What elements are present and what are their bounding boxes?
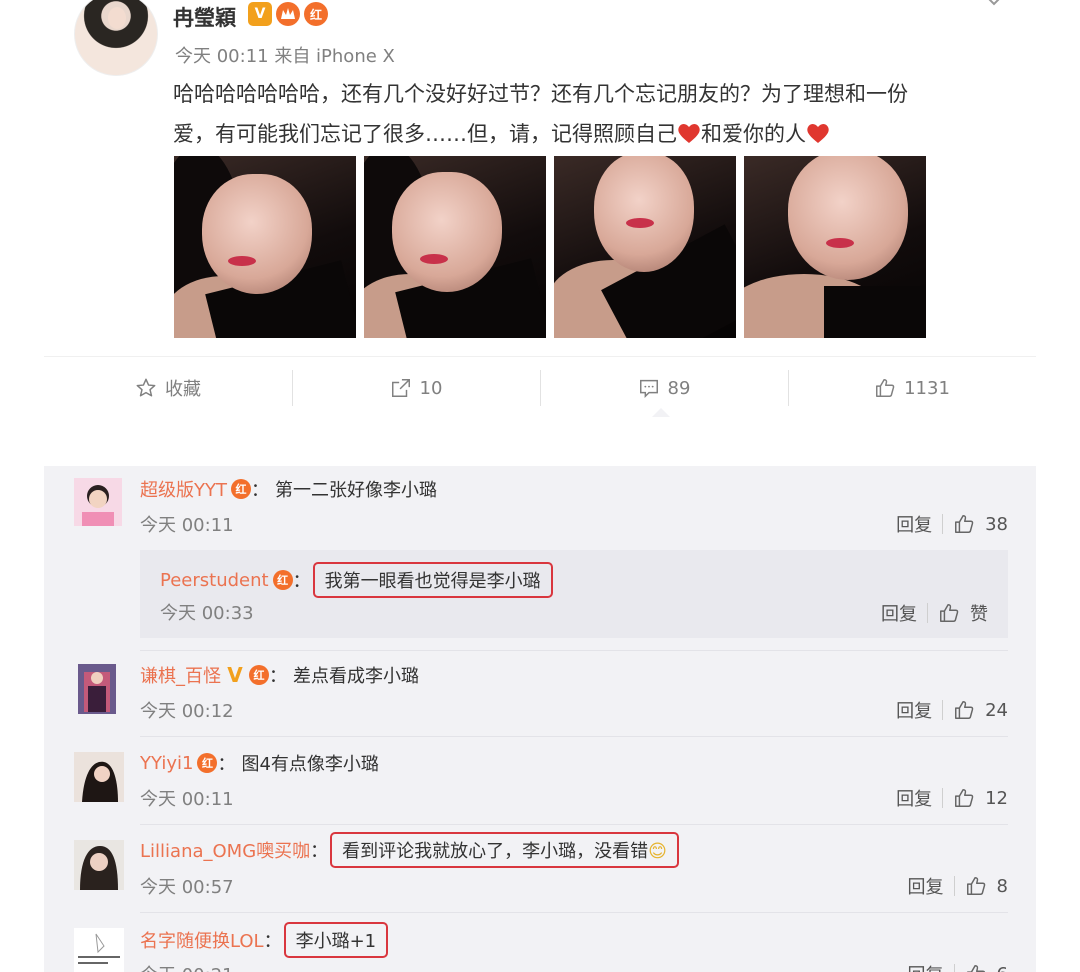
comment-text: 第一二张好像李小璐 (275, 480, 437, 501)
thumbs-up-icon[interactable] (953, 699, 975, 721)
comment-username[interactable]: 名字随便换LOL (140, 927, 264, 953)
comment-header: YYiyi1 红 ： 图4有点像李小璐 (140, 750, 379, 776)
comment-like-count: 38 (985, 513, 1008, 535)
repost-count: 10 (419, 377, 443, 399)
comment-like-count: 6 (997, 964, 1008, 972)
heart-icon (678, 124, 700, 143)
comment-caret (652, 408, 670, 417)
favorite-label: 收藏 (165, 379, 201, 400)
reply-button[interactable]: 回复 (908, 961, 944, 972)
hong-badge-icon: 红 (197, 753, 218, 773)
comment-time: 今天 00:33 (160, 603, 254, 624)
author-avatar[interactable] (74, 0, 158, 76)
comment-username[interactable]: 谦棋_百怪 (140, 662, 221, 688)
post-text-line-2: 爱，有可能我们忘记了很多……但，请，记得照顾自己 和爱你的人 (173, 114, 1003, 154)
heart-icon (807, 124, 829, 143)
reply-button[interactable]: 回复 (896, 697, 932, 723)
reply-button[interactable]: 回复 (881, 600, 917, 626)
like-count: 1131 (904, 377, 950, 399)
comment-text: 李小璐+1 (283, 922, 389, 958)
like-label[interactable]: 赞 (970, 600, 988, 626)
comment-time: 今天 00:21 (140, 961, 234, 972)
sub-reply: Peerstudent 红 ： 我第一眼看也觉得是李小璐 今天 00:33 回复… (140, 550, 1008, 638)
photo-grid (174, 156, 926, 338)
comment-actions: 回复 12 (896, 785, 1008, 811)
divider (140, 736, 1008, 737)
chevron-down-icon[interactable] (986, 0, 1002, 6)
avatar[interactable] (74, 752, 124, 802)
vip-badge-icon (276, 2, 300, 26)
comment-header: 超级版YYT 红 ： 第一二张好像李小璐 (140, 476, 437, 502)
weibo-post: 冉瑩穎 V 红 今天 00:11 来自 iPhone X 哈哈哈哈哈哈哈，还有几… (0, 0, 1080, 440)
post-photo[interactable] (364, 156, 546, 338)
comment-header: 谦棋_百怪 V 红 ： 差点看成李小璐 (140, 662, 419, 688)
divider (140, 824, 1008, 825)
favorite-button[interactable]: 收藏 (44, 360, 292, 416)
post-photo[interactable] (174, 156, 356, 338)
thumbs-up-icon[interactable] (965, 963, 987, 972)
star-icon (136, 378, 156, 397)
divider (44, 356, 1036, 357)
comment-like-count: 12 (985, 787, 1008, 809)
avatar[interactable] (74, 928, 124, 972)
reply-button[interactable]: 回复 (908, 873, 944, 899)
comment-time: 今天 00:11 (140, 515, 234, 536)
smile-emoji-icon: 😊 (648, 841, 667, 862)
comment-actions: 回复 38 (896, 511, 1008, 537)
comment-actions: 回复 6 (908, 961, 1008, 972)
post-meta: 今天 00:11 来自 iPhone X (175, 46, 395, 67)
comment-text: 图4有点像李小璐 (241, 754, 379, 775)
comment-actions: 回复 24 (896, 697, 1008, 723)
thumbs-up-icon[interactable] (953, 787, 975, 809)
thumbs-up-icon[interactable] (938, 602, 960, 624)
comment-username[interactable]: 超级版YYT (140, 476, 227, 502)
divider (140, 650, 1008, 651)
comment-actions: 回复 赞 (881, 600, 988, 626)
like-button[interactable]: 1131 (788, 360, 1036, 416)
post-photo[interactable] (744, 156, 926, 338)
comment-list: 超级版YYT 红 ： 第一二张好像李小璐 今天 00:11 回复 38 Peer… (44, 466, 1036, 972)
divider (140, 912, 1008, 913)
comment-time: 今天 00:11 (140, 789, 234, 810)
comment-header: Peerstudent 红 ： 我第一眼看也觉得是李小璐 (160, 562, 553, 598)
reply-button[interactable]: 回复 (896, 511, 932, 537)
comment-time: 今天 00:57 (140, 877, 234, 898)
repost-button[interactable]: 10 (292, 360, 540, 416)
comment-username[interactable]: Peerstudent (160, 570, 269, 591)
repost-icon (391, 379, 410, 397)
comment-text: 差点看成李小璐 (293, 666, 419, 687)
thumbs-up-icon[interactable] (965, 875, 987, 897)
comment-icon (639, 379, 658, 399)
comment-username[interactable]: YYiyi1 (140, 753, 193, 774)
post-action-bar: 收藏 10 89 1131 (44, 360, 1036, 416)
comment-like-count: 8 (996, 875, 1008, 897)
thumbs-up-icon[interactable] (953, 513, 975, 535)
comment-like-count: 24 (985, 699, 1008, 721)
avatar[interactable] (78, 664, 116, 714)
post-text-line-1: 哈哈哈哈哈哈哈，还有几个没好好过节？还有几个忘记朋友的？为了理想和一份 (173, 82, 908, 106)
author-name[interactable]: 冉瑩穎 (173, 2, 236, 32)
comment-time: 今天 00:12 (140, 701, 234, 722)
avatar[interactable] (74, 478, 122, 526)
author-badges: V 红 (248, 2, 328, 26)
comment-count: 89 (667, 377, 691, 399)
verified-badge-icon: V (227, 663, 243, 687)
verified-badge-icon: V (248, 2, 272, 26)
comment-text: 我第一眼看也觉得是李小璐 (312, 562, 553, 598)
post-text: 哈哈哈哈哈哈哈，还有几个没好好过节？还有几个忘记朋友的？为了理想和一份 爱，有可… (173, 74, 1003, 154)
comment-header: Lilliana_OMG噢买咖 ： 看到评论我就放心了，李小璐，没看错😊 (140, 832, 679, 868)
post-photo[interactable] (554, 156, 736, 338)
comment-actions: 回复 8 (908, 873, 1008, 899)
hong-badge-icon: 红 (272, 570, 293, 590)
hong-badge-icon: 红 (249, 665, 269, 685)
comment-text: 看到评论我就放心了，李小璐，没看错😊 (330, 832, 679, 868)
avatar[interactable] (74, 840, 124, 890)
comment-header: 名字随便换LOL ： 李小璐+1 (140, 922, 389, 958)
hong-badge-icon: 红 (304, 2, 328, 26)
reply-button[interactable]: 回复 (896, 785, 932, 811)
comment-username[interactable]: Lilliana_OMG噢买咖 (140, 837, 310, 863)
hong-badge-icon: 红 (231, 479, 251, 499)
thumbs-up-icon (876, 379, 895, 397)
